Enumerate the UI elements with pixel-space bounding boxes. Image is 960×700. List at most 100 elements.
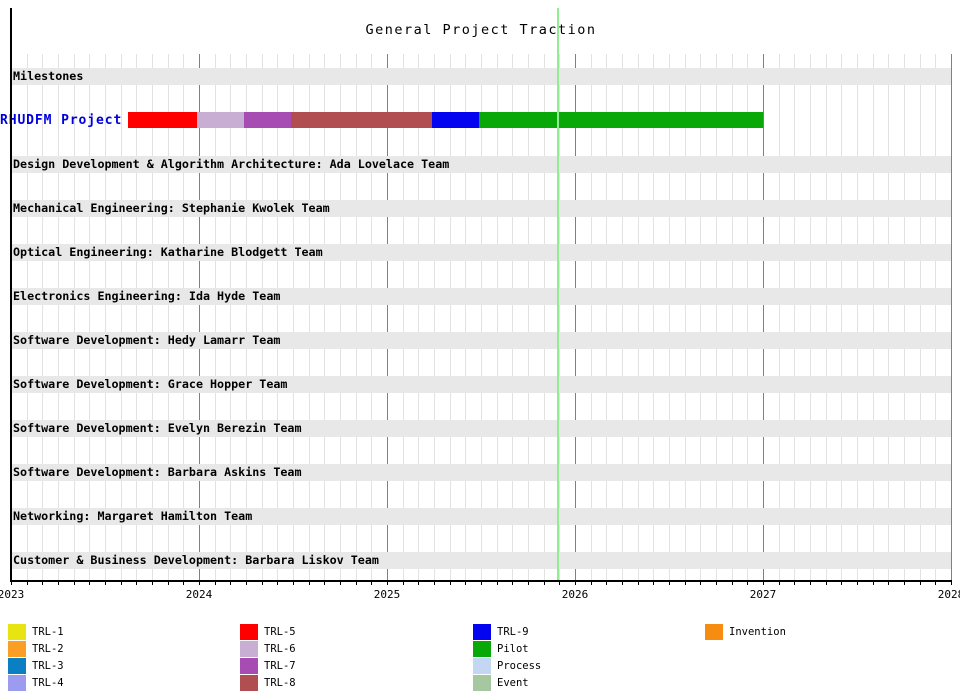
axis-tick — [951, 580, 952, 585]
month-gridline — [528, 54, 529, 580]
legend-swatch-pilot — [473, 641, 491, 657]
today-marker-line — [557, 8, 559, 580]
legend-swatch-trl-6 — [240, 641, 258, 657]
month-gridline — [168, 54, 169, 580]
month-gridline — [121, 54, 122, 580]
legend-label: Process — [497, 658, 541, 674]
year-gridline — [575, 54, 576, 580]
month-gridline — [465, 54, 466, 580]
month-gridline — [340, 54, 341, 580]
legend-swatch-trl-1 — [8, 624, 26, 640]
legend-swatch-trl-3 — [8, 658, 26, 674]
month-gridline — [935, 54, 936, 580]
month-gridline — [716, 54, 717, 580]
month-gridline — [544, 54, 545, 580]
row-label: Electronics Engineering: Ida Hyde Team — [13, 288, 280, 305]
month-gridline — [779, 54, 780, 580]
row-band — [11, 68, 951, 85]
month-gridline — [277, 54, 278, 580]
month-gridline — [653, 54, 654, 580]
legend-label: TRL-1 — [32, 624, 64, 640]
bar-segment-trl-9 — [432, 112, 479, 128]
x-tick-label: 2024 — [186, 588, 213, 601]
legend-label: TRL-4 — [32, 675, 64, 691]
month-gridline — [841, 54, 842, 580]
legend-label: Event — [497, 675, 529, 691]
row-label: Milestones — [13, 68, 83, 85]
x-tick-label: 2026 — [562, 588, 589, 601]
legend-swatch-trl-8 — [240, 675, 258, 691]
legend-label: TRL-5 — [264, 624, 296, 640]
month-gridline — [559, 54, 560, 580]
month-gridline — [810, 54, 811, 580]
month-gridline — [403, 54, 404, 580]
month-gridline — [873, 54, 874, 580]
month-gridline — [246, 54, 247, 580]
gantt-chart: General Project Traction MilestonesRHUDF… — [0, 0, 960, 700]
legend-swatch-trl-4 — [8, 675, 26, 691]
x-tick-label: 2028 — [938, 588, 960, 601]
year-gridline — [387, 54, 388, 580]
month-gridline — [826, 54, 827, 580]
month-gridline — [105, 54, 106, 580]
month-gridline — [450, 54, 451, 580]
y-axis-spine — [10, 8, 12, 580]
month-gridline — [309, 54, 310, 580]
month-gridline — [74, 54, 75, 580]
month-gridline — [622, 54, 623, 580]
bar-segment-trl-7 — [244, 112, 291, 128]
row-label: Optical Engineering: Katharine Blodgett … — [13, 244, 323, 261]
bar-segment-trl-5 — [128, 112, 198, 128]
legend-label: TRL-3 — [32, 658, 64, 674]
month-gridline — [324, 54, 325, 580]
month-gridline — [183, 54, 184, 580]
bar-segment-pilot — [479, 112, 763, 128]
month-gridline — [356, 54, 357, 580]
row-label: Software Development: Grace Hopper Team — [13, 376, 287, 393]
month-gridline — [27, 54, 28, 580]
month-gridline — [794, 54, 795, 580]
legend-label: Pilot — [497, 641, 529, 657]
month-gridline — [512, 54, 513, 580]
month-gridline — [857, 54, 858, 580]
row-label: Software Development: Hedy Lamarr Team — [13, 332, 280, 349]
month-gridline — [58, 54, 59, 580]
month-gridline — [685, 54, 686, 580]
month-gridline — [481, 54, 482, 580]
month-gridline — [42, 54, 43, 580]
year-gridline — [763, 54, 764, 580]
row-label: Software Development: Barbara Askins Tea… — [13, 464, 302, 481]
month-gridline — [700, 54, 701, 580]
legend-swatch-trl-2 — [8, 641, 26, 657]
row-label: Networking: Margaret Hamilton Team — [13, 508, 252, 525]
month-gridline — [418, 54, 419, 580]
month-gridline — [262, 54, 263, 580]
row-label: Software Development: Evelyn Berezin Tea… — [13, 420, 302, 437]
legend-label: Invention — [729, 624, 786, 640]
x-tick-label: 2025 — [374, 588, 401, 601]
x-tick-label: 2027 — [750, 588, 777, 601]
legend-label: TRL-9 — [497, 624, 529, 640]
legend-label: TRL-8 — [264, 675, 296, 691]
month-gridline — [497, 54, 498, 580]
month-gridline — [920, 54, 921, 580]
month-gridline — [89, 54, 90, 580]
bar-segment-trl-8 — [291, 112, 432, 128]
row-label: Customer & Business Development: Barbara… — [13, 552, 379, 569]
month-gridline — [230, 54, 231, 580]
month-gridline — [606, 54, 607, 580]
year-gridline — [951, 54, 952, 580]
year-gridline — [199, 54, 200, 580]
project-label: RHUDFM Project — [0, 112, 122, 129]
month-gridline — [215, 54, 216, 580]
month-gridline — [888, 54, 889, 580]
month-gridline — [136, 54, 137, 580]
month-gridline — [371, 54, 372, 580]
x-axis-spine — [10, 580, 951, 582]
x-tick-label: 2023 — [0, 588, 24, 601]
legend-label: TRL-7 — [264, 658, 296, 674]
month-gridline — [732, 54, 733, 580]
legend-label: TRL-2 — [32, 641, 64, 657]
month-gridline — [293, 54, 294, 580]
row-label: Design Development & Algorithm Architect… — [13, 156, 449, 173]
